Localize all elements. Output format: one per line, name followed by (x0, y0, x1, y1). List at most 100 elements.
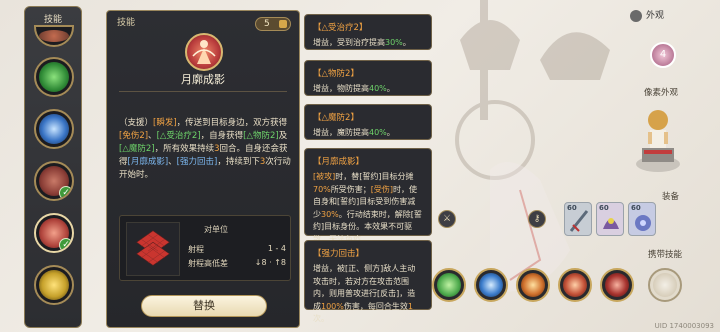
red-crest-skill-icon (605, 273, 629, 297)
desc-highlight: [强力回击] (176, 157, 218, 167)
target-type: 对单位 (204, 225, 228, 234)
card-highlight: [受伤] (370, 184, 394, 194)
desc-highlight: [月廓成影] (127, 157, 169, 167)
appearance-button[interactable]: 外观 (630, 8, 664, 22)
skill-slot-1[interactable] (34, 25, 74, 47)
card-highlight: 1 (407, 301, 413, 311)
card-text: 。 (386, 128, 395, 137)
user-uid: UID 1740003093 (654, 322, 714, 330)
desc-text: ，所有效果持续 (154, 144, 215, 154)
card-highlight: [被攻] (313, 172, 336, 181)
blue-wings-skill-icon (39, 114, 69, 144)
card-text: 增益，受到治疗提高 (313, 38, 385, 47)
skill-slot-4[interactable]: ✓ (34, 161, 74, 201)
key-toggle-icon[interactable]: ⚷ (528, 210, 546, 228)
status-card-heal: 【△受治疗2】 增益，受到治疗提高30%。 (304, 14, 432, 50)
empty-slot-icon (653, 273, 677, 297)
carried-skill-4[interactable] (558, 268, 592, 302)
card-text: 次。 (313, 314, 329, 323)
carried-skill-5[interactable] (600, 268, 634, 302)
card-highlight: 40% (369, 84, 387, 93)
card-text: 。 (386, 84, 395, 93)
equip-level: 60 (631, 204, 641, 212)
heart-badge[interactable]: 4 (650, 42, 676, 68)
card-title: 【△物防2】 (313, 69, 359, 79)
cost-icon (279, 20, 287, 28)
card-title: 【月廓成影】 (313, 157, 365, 167)
card-highlight: 70% (313, 184, 331, 194)
desc-text: ，传送到目标身边，双方获得 (176, 118, 288, 128)
card-title: 【△魔防2】 (313, 113, 359, 123)
desc-text: （支援） (119, 118, 154, 128)
pixel-appearance-label: 像素外观 (644, 88, 679, 98)
card-highlight: 30% (385, 38, 403, 47)
card-title: 【强力回击】 (313, 249, 365, 259)
partial-skill-icon (39, 30, 69, 42)
equip-level: 60 (567, 204, 577, 212)
status-card-moon-shadow: 【月廓成影】 [被攻]时，替[誓约]目标分摊70%所受伤害；[受伤]时，使自身和… (304, 148, 432, 244)
appearance-icon (630, 9, 642, 22)
skill-emblem-icon (185, 33, 223, 71)
desc-text: 、 (148, 131, 157, 141)
heart-value: 4 (659, 49, 667, 60)
range-value: 1 - 4 (267, 244, 286, 253)
card-body: 增益，魔防提高40%。 (313, 127, 423, 140)
range-label: 射程 (188, 245, 204, 254)
desc-text: ，自身获得 (200, 131, 244, 141)
card-body: 增益，物防提高40%。 (313, 83, 423, 96)
equip-slot-2[interactable]: 60 (596, 202, 624, 236)
skill-column: 技能 ✓ ✓ (24, 6, 82, 328)
skill-slot-6[interactable] (34, 265, 74, 305)
card-body: 增益，被[正、侧方]敌人主动攻击时，若对方在攻击范围内，则用普攻进行[反击]，造… (313, 263, 423, 326)
status-card-pdef: 【△物防2】 增益，物防提高40%。 (304, 60, 432, 96)
range-grid-icon (126, 222, 180, 276)
card-text: 增益，魔防提高 (313, 128, 369, 137)
desc-highlight: [瞬发] (153, 118, 177, 128)
carried-skills-label: 携带技能 (648, 250, 683, 260)
status-card-counter: 【强力回击】 增益，被[正、侧方]敌人主动攻击时，若对方在攻击范围内，则用普攻进… (304, 240, 432, 323)
equip-level: 60 (599, 204, 609, 212)
desc-highlight: [△魔防2] (119, 144, 155, 154)
desc-highlight: [免伤2] (119, 131, 149, 141)
desc-highlight: [△受治疗2] (156, 131, 201, 141)
appearance-label: 外观 (646, 11, 665, 21)
skill-column-label: 技能 (43, 15, 62, 25)
card-text: 时，替[誓约]目标分摊 (335, 172, 414, 181)
equip-slot-1[interactable]: 60 (564, 202, 592, 236)
skill-title: 月廓成影 (181, 73, 225, 86)
desc-text: 及 (278, 131, 288, 141)
range-row: 射程 1 - 4 (188, 244, 286, 255)
card-highlight: 30% (321, 209, 339, 219)
pixel-character-avatar[interactable] (626, 102, 690, 174)
skill-slot-2[interactable] (34, 57, 74, 97)
desc-text: ，持续到下 (217, 157, 260, 167)
lightning-skill-icon (39, 270, 69, 300)
replace-button[interactable]: 替换 (141, 295, 267, 317)
equipped-check-icon: ✓ (59, 238, 72, 251)
height-label: 射程高低差 (188, 259, 228, 268)
equip-slot-3[interactable]: 60 (628, 202, 656, 236)
desc-highlight: [△物防2] (243, 131, 279, 141)
skill-cost: 5 (264, 19, 270, 29)
card-highlight: 100% (321, 301, 344, 311)
green-wind-skill-icon (39, 62, 69, 92)
blue-vortex-skill-icon (479, 273, 503, 297)
card-text: 。 (402, 38, 411, 47)
card-title: 【△受治疗2】 (313, 23, 368, 33)
height-row: 射程高低差 ↓8 · ↑8 (188, 258, 286, 269)
skill-cost-badge: 5 (255, 17, 291, 31)
card-text: 伤害，每回合生效 (343, 301, 408, 311)
card-text: 增益，物防提高 (313, 84, 369, 93)
skill-slot-5[interactable]: ✓ (34, 213, 74, 253)
equipped-check-icon: ✓ (59, 186, 72, 199)
carried-skill-2[interactable] (474, 268, 508, 302)
sword-toggle-icon[interactable]: ⚔ (438, 210, 456, 228)
carried-skill-6[interactable] (648, 268, 682, 302)
equipment-label: 装备 (662, 192, 680, 202)
carried-skill-1[interactable] (432, 268, 466, 302)
card-text: 所受伤害； (330, 184, 371, 194)
desc-text: 、 (168, 157, 177, 167)
carried-skill-3[interactable] (516, 268, 550, 302)
skill-slot-3[interactable] (34, 109, 74, 149)
green-burst-skill-icon (437, 273, 461, 297)
